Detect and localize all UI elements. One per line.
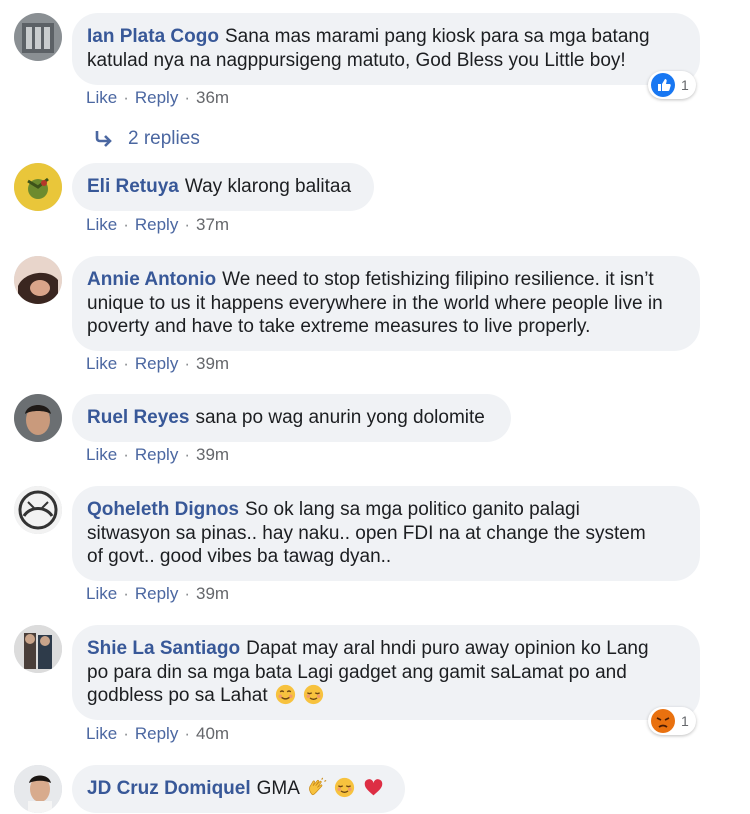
reply-button[interactable]: Reply (135, 354, 178, 374)
like-icon (651, 73, 675, 97)
replies-count-label[interactable]: 2 replies (128, 128, 200, 150)
comment-text: godbless po sa Lahat (87, 685, 268, 706)
avatar-image (14, 13, 62, 61)
comment-timestamp[interactable]: 39m (196, 445, 229, 465)
avatar-image (14, 256, 62, 304)
avatar-image (14, 394, 62, 442)
relieved-face-icon (335, 777, 355, 798)
comment-text: Way klarong balitaa (184, 176, 352, 197)
clapping-hands-icon (309, 777, 327, 796)
avatar[interactable] (14, 394, 62, 442)
smiling-face-icon (275, 684, 296, 705)
avatar-image (14, 163, 62, 211)
reply-button[interactable]: Reply (135, 88, 178, 108)
avatar[interactable] (14, 256, 62, 304)
comment-bubble: Ruel Reyes sana po wag anurin yong dolomi… (72, 394, 511, 442)
like-button[interactable]: Like (86, 354, 117, 374)
comment-author[interactable]: Annie Antonio (87, 269, 216, 290)
comment-timestamp[interactable]: 40m (196, 724, 229, 744)
comment-text: GMA (256, 778, 299, 799)
comment-bubble: Shie La Santiago Dapat may aral hndi puro… (72, 625, 700, 720)
comment-text: We need to stop fetishizing filipino res… (222, 269, 654, 290)
separator-dot: · (123, 215, 129, 234)
comment-timestamp[interactable]: 36m (196, 88, 229, 108)
red-heart-icon (364, 779, 382, 796)
avatar-image (14, 765, 62, 813)
reply-button[interactable]: Reply (135, 724, 178, 744)
avatar[interactable] (14, 13, 62, 61)
comment-timestamp[interactable]: 39m (196, 584, 229, 604)
reaction-badge[interactable]: 1 (648, 707, 696, 735)
comment-timestamp[interactable]: 37m (196, 215, 229, 235)
comment-text: So ok lang sa mga politico ganito palagi (245, 499, 580, 520)
avatar-image (14, 625, 62, 673)
comment-text: sana po wag anurin yong dolomite (195, 407, 485, 428)
comment-bubble: Eli Retuya Way klarong balitaa (72, 163, 374, 211)
comment-text: of govt.. good vibes ba tawag dyan.. (87, 546, 392, 567)
separator-dot: · (184, 88, 190, 107)
separator-dot: · (123, 724, 129, 743)
like-button[interactable]: Like (86, 445, 117, 465)
reaction-count: 1 (681, 713, 689, 729)
separator-dot: · (184, 724, 190, 743)
reply-arrow-icon (95, 131, 112, 147)
reaction-count: 1 (681, 77, 689, 93)
view-replies-link[interactable]: 2 replies (92, 127, 200, 151)
comment-actions: Like · Reply · 40m (86, 724, 229, 744)
comment-bubble: Qoheleth Dignos So ok lang sa mga politic… (72, 486, 700, 581)
comment-author[interactable]: Ian Plata Cogo (87, 26, 219, 47)
separator-dot: · (123, 88, 129, 107)
avatar[interactable] (14, 765, 62, 813)
comment-text: Dapat may aral hndi puro away opinion ko… (246, 638, 649, 659)
comment-text: unique to us it happens everywhere in th… (87, 292, 663, 314)
comment-author[interactable]: JD Cruz Domiquel (87, 778, 251, 799)
separator-dot: · (123, 354, 129, 373)
like-button[interactable]: Like (86, 584, 117, 604)
comment-bubble: JD Cruz Domiquel GMA (72, 765, 405, 813)
separator-dot: · (123, 584, 129, 603)
comment-author[interactable]: Shie La Santiago (87, 638, 240, 659)
comment-actions: Like · Reply · 37m (86, 215, 229, 235)
comment-text: katulad nya na nagppursigeng matuto, God… (87, 49, 626, 71)
comment-actions: Like · Reply · 39m (86, 354, 229, 374)
comment-actions: Like · Reply · 36m (86, 88, 229, 108)
avatar-image (14, 486, 62, 534)
relieved-face-icon (304, 684, 324, 705)
comment-author[interactable]: Eli Retuya (87, 176, 179, 197)
reply-button[interactable]: Reply (135, 445, 178, 465)
separator-dot: · (184, 215, 190, 234)
like-button[interactable]: Like (86, 88, 117, 108)
separator-dot: · (184, 584, 190, 603)
avatar[interactable] (14, 625, 62, 673)
angry-icon (651, 709, 675, 733)
comment-timestamp[interactable]: 39m (196, 354, 229, 374)
reply-button[interactable]: Reply (135, 215, 178, 235)
comment-text: po para din sa mga bata Lagi gadget ang … (87, 661, 627, 683)
reply-button[interactable]: Reply (135, 584, 178, 604)
comment-text: Sana mas marami pang kiosk para sa mga b… (224, 26, 650, 47)
comment-actions: Like · Reply · 39m (86, 445, 229, 465)
comment-author[interactable]: Qoheleth Dignos (87, 499, 239, 520)
separator-dot: · (184, 354, 190, 373)
avatar[interactable] (14, 163, 62, 211)
comment-author[interactable]: Ruel Reyes (87, 407, 189, 428)
separator-dot: · (123, 445, 129, 464)
avatar[interactable] (14, 486, 62, 534)
comment-actions: Like · Reply · 39m (86, 584, 229, 604)
reaction-badge[interactable]: 1 (648, 71, 696, 99)
like-button[interactable]: Like (86, 215, 117, 235)
comment-text: sitwasyon sa pinas.. hay naku.. open FDI… (87, 522, 646, 544)
comment-bubble: Ian Plata Cogo Sana mas marami pang kiosk… (72, 13, 700, 85)
separator-dot: · (184, 445, 190, 464)
comment-bubble: Annie Antonio We need to stop fetishizing… (72, 256, 700, 351)
comment-text: poverty and have to take extreme measure… (87, 316, 591, 337)
like-button[interactable]: Like (86, 724, 117, 744)
